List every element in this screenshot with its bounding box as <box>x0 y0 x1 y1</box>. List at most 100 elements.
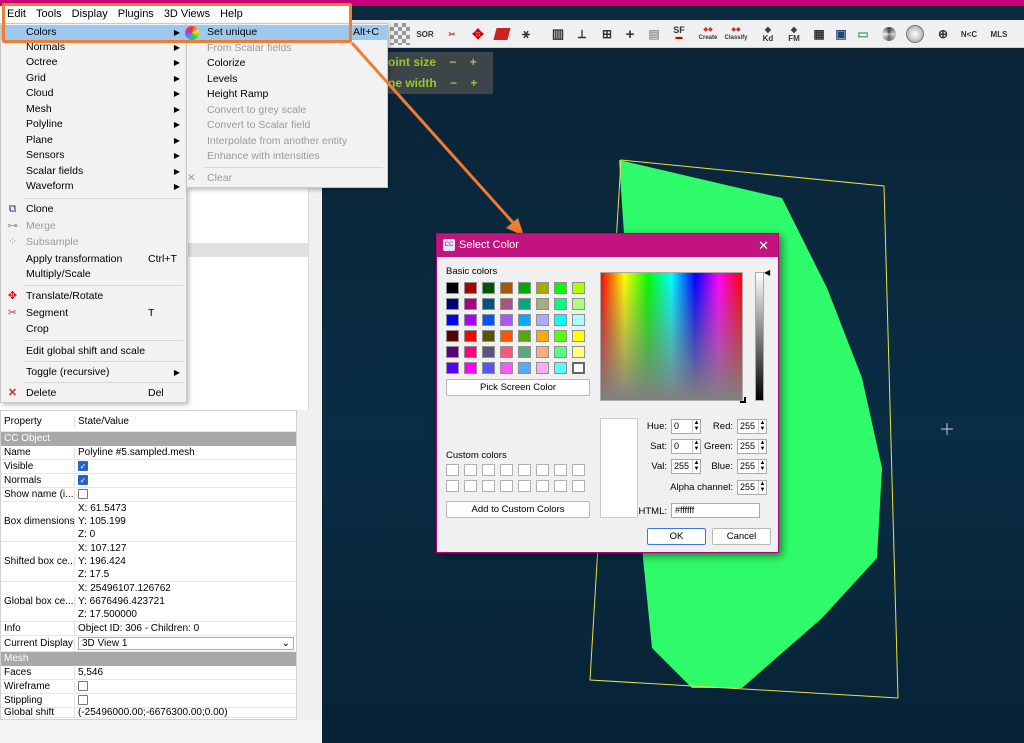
val-spinbox[interactable]: 255 ▲ ▼ <box>671 459 701 474</box>
basic-color-swatch[interactable] <box>554 330 567 342</box>
basic-color-swatch[interactable] <box>500 314 513 326</box>
basic-color-swatch[interactable] <box>518 346 531 358</box>
custom-color-swatch[interactable] <box>554 464 567 476</box>
basic-color-swatch[interactable] <box>536 330 549 342</box>
basic-color-swatch[interactable] <box>572 314 585 326</box>
close-icon[interactable]: ✕ <box>758 234 769 257</box>
custom-colors-label: Custom colors <box>446 450 507 461</box>
basic-color-swatch[interactable] <box>518 362 531 374</box>
basic-color-swatch[interactable] <box>536 298 549 310</box>
custom-color-swatch[interactable] <box>446 480 459 492</box>
custom-color-swatch[interactable] <box>482 480 495 492</box>
val-label: Val: <box>651 461 667 472</box>
basic-color-swatch[interactable] <box>446 314 459 326</box>
blue-label: Blue: <box>711 461 733 472</box>
basic-color-swatch[interactable] <box>536 282 549 294</box>
hue-value: 0 <box>674 421 680 431</box>
ok-button[interactable]: OK <box>647 528 706 545</box>
green-spinbox[interactable]: 255 ▲ ▼ <box>737 439 767 454</box>
custom-color-swatch[interactable] <box>572 464 585 476</box>
basic-color-swatch[interactable] <box>554 362 567 374</box>
basic-color-swatch[interactable] <box>572 346 585 358</box>
basic-color-swatch[interactable] <box>464 298 477 310</box>
custom-color-swatch[interactable] <box>482 464 495 476</box>
hue-label: Hue: <box>646 421 667 432</box>
basic-color-swatch[interactable] <box>536 362 549 374</box>
basic-color-swatch[interactable] <box>518 314 531 326</box>
basic-color-swatch[interactable] <box>482 346 495 358</box>
spin-arrows-icon: ▲ ▼ <box>758 460 766 473</box>
blue-spinbox[interactable]: 255 ▲ ▼ <box>737 459 767 474</box>
custom-color-swatch[interactable] <box>500 464 513 476</box>
pick-screen-color-button[interactable]: Pick Screen Color <box>446 379 590 396</box>
basic-color-swatch[interactable] <box>446 298 459 310</box>
custom-color-swatch[interactable] <box>536 464 549 476</box>
basic-color-swatch[interactable] <box>554 346 567 358</box>
custom-color-swatch[interactable] <box>572 480 585 492</box>
basic-color-swatch[interactable] <box>446 282 459 294</box>
basic-color-swatch[interactable] <box>500 330 513 342</box>
basic-color-swatch[interactable] <box>464 362 477 374</box>
val-value: 255 <box>674 461 690 471</box>
basic-color-swatch[interactable] <box>482 314 495 326</box>
custom-color-swatch[interactable] <box>446 464 459 476</box>
custom-color-swatch[interactable] <box>518 464 531 476</box>
alpha-label: Alpha channel: <box>670 482 733 493</box>
basic-color-swatch[interactable] <box>500 362 513 374</box>
html-color-input[interactable]: #ffffff <box>671 503 760 518</box>
basic-color-swatch[interactable] <box>572 330 585 342</box>
basic-color-swatch[interactable] <box>482 298 495 310</box>
blue-value: 255 <box>740 461 756 471</box>
custom-color-swatch[interactable] <box>464 480 477 492</box>
basic-color-swatch[interactable] <box>554 314 567 326</box>
basic-color-swatch[interactable] <box>446 346 459 358</box>
picker-crosshair-icon <box>740 397 746 403</box>
custom-color-swatch[interactable] <box>464 464 477 476</box>
basic-color-swatch[interactable] <box>464 314 477 326</box>
basic-color-swatch[interactable] <box>500 298 513 310</box>
custom-color-swatch[interactable] <box>518 480 531 492</box>
spin-arrows-icon: ▲ ▼ <box>758 440 766 453</box>
basic-color-swatch[interactable] <box>518 330 531 342</box>
basic-color-swatch[interactable] <box>446 330 459 342</box>
green-value: 255 <box>740 441 756 451</box>
add-to-custom-colors-button[interactable]: Add to Custom Colors <box>446 501 590 518</box>
custom-color-swatch[interactable] <box>554 480 567 492</box>
color-preview <box>600 418 638 518</box>
hue-spinbox[interactable]: 0 ▲ ▼ <box>671 419 701 434</box>
basic-color-swatch[interactable] <box>482 330 495 342</box>
red-value: 255 <box>740 421 756 431</box>
basic-color-swatch[interactable] <box>482 282 495 294</box>
cancel-button[interactable]: Cancel <box>712 528 771 545</box>
alpha-spinbox[interactable]: 255 ▲ ▼ <box>737 480 767 495</box>
basic-color-swatch[interactable] <box>518 282 531 294</box>
basic-color-swatch[interactable] <box>554 282 567 294</box>
sat-label: Sat: <box>650 441 667 452</box>
basic-color-swatch[interactable] <box>536 346 549 358</box>
spin-arrows-icon: ▲ ▼ <box>758 481 766 494</box>
basic-color-swatch[interactable] <box>518 298 531 310</box>
basic-color-swatch[interactable] <box>572 282 585 294</box>
basic-color-swatch[interactable] <box>500 282 513 294</box>
basic-color-swatch[interactable] <box>500 346 513 358</box>
basic-color-swatch[interactable] <box>536 314 549 326</box>
basic-color-swatch[interactable] <box>464 330 477 342</box>
slider-arrow-icon: ◀ <box>764 268 771 277</box>
basic-color-swatch[interactable] <box>482 362 495 374</box>
basic-color-swatch[interactable] <box>464 346 477 358</box>
custom-color-swatch[interactable] <box>500 480 513 492</box>
hue-saturation-picker[interactable] <box>600 272 743 401</box>
basic-colors-label: Basic colors <box>446 266 498 277</box>
basic-color-swatch[interactable] <box>572 298 585 310</box>
basic-color-swatch[interactable] <box>572 362 585 374</box>
basic-color-swatch[interactable] <box>446 362 459 374</box>
basic-color-swatch[interactable] <box>554 298 567 310</box>
custom-color-swatch[interactable] <box>536 480 549 492</box>
red-label: Red: <box>712 421 733 432</box>
sat-spinbox[interactable]: 0 ▲ ▼ <box>671 439 701 454</box>
value-slider[interactable] <box>755 272 764 401</box>
dialog-title-bar: CC Select Color ✕ <box>437 234 778 257</box>
app-icon: CC <box>443 239 455 251</box>
red-spinbox[interactable]: 255 ▲ ▼ <box>737 419 767 434</box>
basic-color-swatch[interactable] <box>464 282 477 294</box>
